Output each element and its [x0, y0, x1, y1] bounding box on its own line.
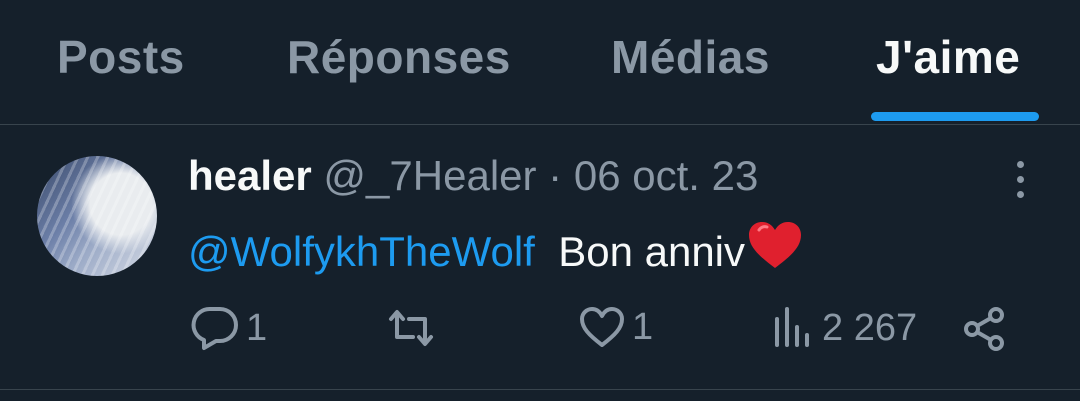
share-button[interactable] — [960, 305, 1008, 353]
post-text: @WolfykhTheWolf Bon anniv — [188, 220, 803, 280]
post-actions: 1 1 2 267 — [0, 305, 1080, 365]
profile-tabs: Posts Réponses Médias J'aime — [0, 0, 1080, 125]
tab-likes[interactable]: J'aime — [876, 30, 1020, 84]
repost-button[interactable] — [385, 305, 443, 351]
analytics-icon — [770, 305, 816, 351]
author-handle[interactable]: @_7Healer — [323, 152, 536, 199]
views-button[interactable]: 2 267 — [770, 305, 917, 351]
heart-icon — [578, 305, 626, 349]
tab-posts[interactable]: Posts — [57, 30, 185, 84]
post[interactable]: healer @_7Healer · 06 oct. 23 @WolfykhTh… — [0, 125, 1080, 390]
post-body-text: Bon anniv — [558, 228, 746, 275]
like-button[interactable]: 1 — [578, 305, 653, 349]
separator-dot: · — [548, 152, 563, 199]
post-date[interactable]: 06 oct. 23 — [574, 152, 758, 199]
red-heart-icon — [747, 220, 803, 280]
tab-media[interactable]: Médias — [611, 30, 770, 84]
tab-replies[interactable]: Réponses — [287, 30, 511, 84]
reply-icon — [190, 305, 240, 351]
repost-icon — [385, 305, 437, 351]
share-icon — [960, 305, 1008, 353]
view-count: 2 267 — [822, 306, 918, 349]
post-header: healer @_7Healer · 06 oct. 23 — [188, 152, 758, 200]
reply-count: 1 — [246, 306, 268, 349]
mention-link[interactable]: @WolfykhTheWolf — [188, 228, 535, 275]
like-count: 1 — [632, 305, 654, 348]
author-name[interactable]: healer — [188, 152, 312, 199]
avatar[interactable] — [37, 156, 157, 276]
reply-button[interactable]: 1 — [190, 305, 267, 351]
more-options-icon[interactable] — [1005, 161, 1035, 205]
active-tab-indicator — [871, 112, 1039, 121]
